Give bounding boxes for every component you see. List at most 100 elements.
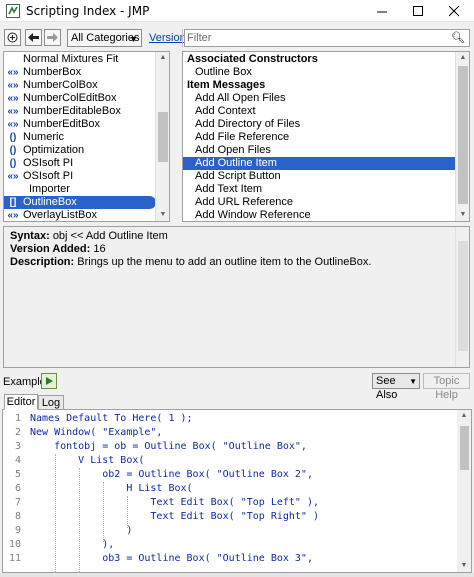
list-item-selected[interactable]: [] OutlineBox [4,196,156,209]
code-line[interactable]: ob2 = Outline Box( "Outline Box 2", [30,468,313,482]
list-item-label: NumberEditBox [23,118,101,130]
display-box-icon: «» [7,106,19,117]
list-item[interactable]: «» NumberEditBox [4,118,156,131]
list-item[interactable]: «» NumberColEditBox [4,92,156,105]
tab-log[interactable]: Log [38,395,64,410]
topic-help-button[interactable]: Topic Help [423,373,470,401]
scroll-down-icon[interactable]: ▼ [456,209,469,221]
list-item-selected[interactable]: Add Outline Item [183,157,456,170]
code-line[interactable]: New Window( "Example", [30,426,162,440]
scroll-thumb[interactable] [458,66,468,204]
script-editor[interactable]: 1 2 3 4 5 6 7 8 9 10 11 Names Default To… [2,409,472,573]
list-item[interactable]: «» NumberColBox [4,79,156,92]
run-example-button[interactable] [41,373,57,389]
list-item-label: OutlineBox [23,196,77,208]
list-item[interactable]: «» OSIsoft PI [4,170,156,183]
code-line[interactable]: ob3 = Outline Box( "Outline Box 3", [30,552,313,566]
code-line[interactable]: Text Edit Box( "Top Left" ), [30,496,319,510]
scroll-thumb[interactable] [460,426,469,470]
close-icon [448,5,459,16]
list-item[interactable]: «» NumberBox [4,66,156,79]
scroll-thumb[interactable] [458,241,468,351]
title-bar: Scripting Index - JMP [0,0,474,22]
code-line[interactable]: V List Box( [30,454,144,468]
line-number: 6 [14,483,21,494]
description-line: Description: Brings up the menu to add a… [10,256,371,268]
window-title: Scripting Index - JMP [26,4,150,18]
line-number: 4 [14,455,21,466]
list-item-label: NumberBox [23,66,82,78]
list-item-label: Importer [29,183,70,195]
line-number: 3 [14,441,21,452]
outline-box-icon: [] [9,197,17,208]
list-item[interactable]: Normal Mixtures Fit [4,53,156,66]
message-list[interactable]: Associated Constructors Outline Box Item… [182,51,470,222]
code-line[interactable]: ), [30,538,114,552]
list-item[interactable]: Add Context [183,105,456,118]
back-button[interactable] [25,29,42,46]
scroll-up-icon[interactable]: ▲ [457,410,471,422]
list-item[interactable]: Add Open Files [183,144,456,157]
function-icon: () [9,158,17,169]
description-pane: Syntax: obj << Add Outline Item Version … [3,226,470,368]
line-number: 8 [14,511,21,522]
list-item[interactable]: Add File Reference [183,131,456,144]
list-item-label: OverlayListBox [23,209,97,221]
version-link[interactable]: Version [149,32,186,44]
code-line[interactable]: ) [30,524,132,538]
list-item[interactable]: Add All Open Files [183,92,456,105]
close-button[interactable] [436,0,472,22]
list-item-label: Normal Mixtures Fit [23,53,119,65]
minimize-button[interactable] [364,0,400,22]
line-number: 7 [14,497,21,508]
editor-scrollbar[interactable]: ▲ ▼ [457,410,471,572]
list-item[interactable]: () Optimization [4,144,156,157]
filter-input[interactable] [185,30,435,46]
list-item[interactable]: Add Directory of Files [183,118,456,131]
item-type-icon [6,183,20,195]
code-line[interactable]: H List Box( [30,482,192,496]
filter-field[interactable]: 🔍︎ [184,29,470,47]
line-number-gutter: 1 2 3 4 5 6 7 8 9 10 11 [3,410,26,572]
list-item[interactable]: Add Script Button [183,170,456,183]
forward-button[interactable] [44,29,61,46]
chevron-down-icon: ▼ [129,34,138,44]
description-scrollbar[interactable] [455,227,469,367]
index-item-list[interactable]: Normal Mixtures Fit «» NumberBox «» Number… [3,51,170,222]
maximize-icon [412,5,423,16]
right-list-scrollbar[interactable]: ▲ ▼ [455,52,469,221]
list-item[interactable]: «» NumberEditableBox [4,105,156,118]
list-item[interactable]: Outline Box [183,66,456,79]
tab-editor[interactable]: Editor [4,394,38,410]
scroll-down-icon[interactable]: ▼ [457,560,471,572]
toolbar-divider [182,29,183,47]
scroll-thumb[interactable] [158,112,168,162]
maximize-button[interactable] [400,0,436,22]
scroll-up-icon[interactable]: ▲ [156,52,169,64]
line-number: 2 [14,427,21,438]
list-item[interactable]: Add URL Reference [183,196,456,209]
code-line[interactable]: Names Default To Here( 1 ); [30,412,193,426]
scroll-down-icon[interactable]: ▼ [156,209,169,221]
list-item[interactable]: () Numeric [4,131,156,144]
line-number: 11 [8,553,21,564]
version-line: Version Added: 16 [10,243,106,255]
list-item[interactable]: Add Text Item [183,183,456,196]
section-header: Associated Constructors [187,53,318,65]
category-select[interactable]: All Categories ▼ [67,29,142,47]
see-also-button[interactable]: See Also ▼ [372,373,420,401]
code-line[interactable]: fontobj = ob = Outline Box( "Outline Box… [30,440,307,454]
left-list-scrollbar[interactable]: ▲ ▼ [155,52,169,221]
search-icon[interactable]: 🔍︎ [451,31,465,44]
list-item[interactable]: Add Window Reference [183,209,456,221]
list-item[interactable]: () OSIsoft PI [4,157,156,170]
home-button[interactable] [4,29,21,46]
editor-tabs: Editor Log [2,394,472,410]
minimize-icon [376,11,387,12]
example-label: Example [3,376,46,388]
list-item[interactable]: Importer [4,183,156,196]
scroll-up-icon[interactable]: ▲ [456,52,469,64]
list-item[interactable]: «» OverlayListBox [4,209,156,221]
status-strip [0,573,474,577]
code-line[interactable]: Text Edit Box( "Top Right" ) [30,510,319,524]
